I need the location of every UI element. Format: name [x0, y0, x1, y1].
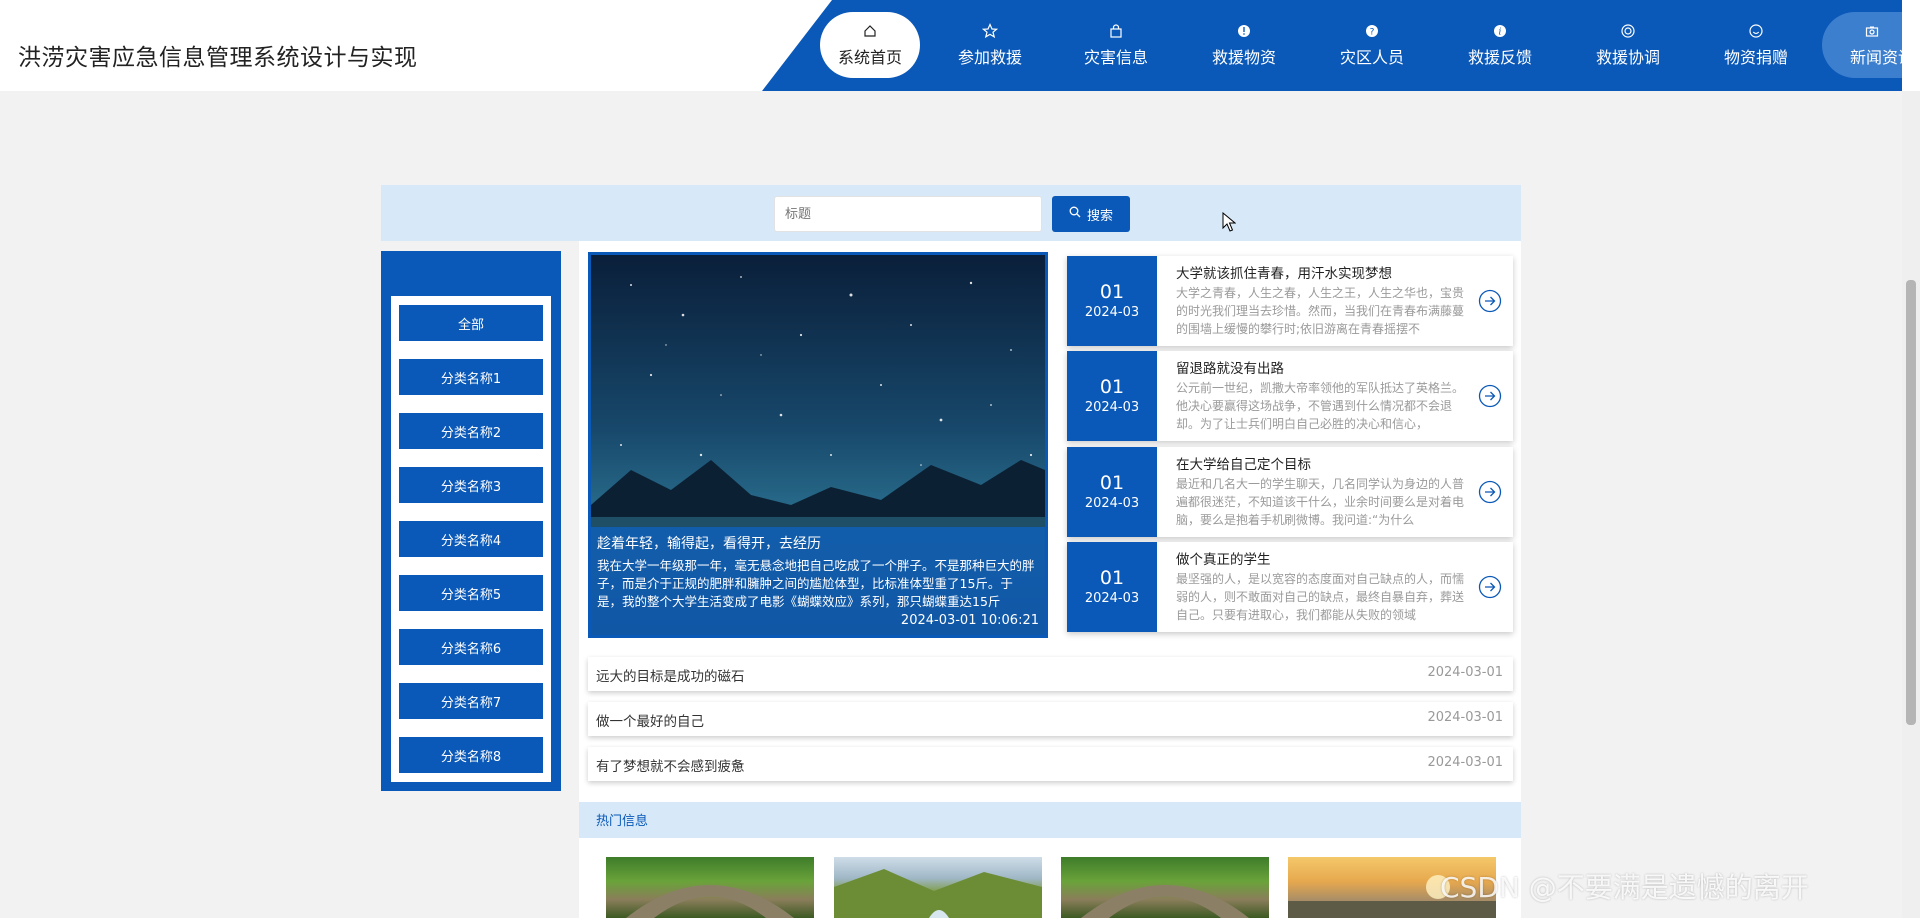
news-card[interactable]: 01 2024-03 留退路就没有出路 公元前一世纪，凯撒大帝率领他的军队抵达了…	[1067, 351, 1513, 441]
warning-icon	[1235, 22, 1253, 40]
news-year-month: 2024-03	[1084, 591, 1140, 606]
news-day: 01	[1099, 472, 1125, 494]
category-button[interactable]: 分类名称8	[399, 737, 543, 773]
news-summary: 大学之青春，人生之春，人生之王，人生之华也，宝贵的时光我们理当去珍惜。然而，当我…	[1176, 286, 1465, 336]
nav-label: 参加救援	[957, 48, 1022, 67]
news-card[interactable]: 01 2024-03 大学就该抓住青春，用汗水实现梦想 大学之青春，人生之春，人…	[1067, 256, 1513, 346]
list-item-date: 2024-03-01	[1427, 665, 1503, 680]
nav-label: 灾害信息	[1083, 48, 1148, 67]
news-title: 留退路就没有出路	[1176, 361, 1284, 377]
news-card[interactable]: 01 2024-03 做个真正的学生 最坚强的人，是以宽容的态度面对自己缺点的人…	[1067, 542, 1513, 632]
search-button-label: 搜索	[1086, 208, 1113, 224]
info-icon: i	[1491, 22, 1509, 40]
category-button[interactable]: 分类名称2	[399, 413, 543, 449]
site-title: 洪涝灾害应急信息管理系统设计与实现	[18, 45, 418, 71]
news-summary: 公元前一世纪，凯撒大帝率领他的军队抵达了英格兰。他决心要赢得这场战争，不管遇到什…	[1176, 381, 1465, 431]
nav-label: 灾区人员	[1339, 48, 1404, 67]
news-summary: 最坚强的人，是以宽容的态度面对自己缺点的人，而懦弱的人，则不敢面对自己的缺点，最…	[1176, 572, 1465, 622]
news-title: 在大学给自己定个目标	[1176, 457, 1311, 473]
nav-label: 物资捐赠	[1723, 48, 1788, 67]
nav-label: 系统首页	[837, 48, 902, 67]
hot-info-title: 热门信息	[596, 814, 649, 829]
nav-item-rescue-coordination[interactable]: 救援协调	[1578, 12, 1678, 78]
news-card[interactable]: 01 2024-03 在大学给自己定个目标 最近和几名大一的学生聊天，几名同学认…	[1067, 447, 1513, 537]
news-title: 做个真正的学生	[1176, 552, 1271, 568]
news-summary: 最近和几名大一的学生聊天，几名同学认为身边的人普遍都很迷茫，不知道该干什么，业余…	[1176, 477, 1465, 527]
list-item-date: 2024-03-01	[1427, 755, 1503, 770]
hot-item-image[interactable]	[1061, 857, 1269, 918]
nav-label: 救援物资	[1211, 48, 1276, 67]
list-item-title: 有了梦想就不会感到疲惫	[596, 759, 745, 775]
search-icon	[1069, 206, 1081, 222]
news-title: 大学就该抓住青春，用汗水实现梦想	[1176, 266, 1392, 282]
svg-text:i: i	[1499, 28, 1502, 38]
nav-item-donation[interactable]: 物资捐赠	[1706, 12, 1806, 78]
search-input[interactable]	[774, 196, 1042, 232]
list-item[interactable]: 有了梦想就不会感到疲惫 2024-03-01	[588, 747, 1513, 781]
list-item[interactable]: 做一个最好的自己 2024-03-01	[588, 702, 1513, 736]
smile-icon	[1747, 22, 1765, 40]
news-date: 01 2024-03	[1067, 542, 1157, 632]
mouse-cursor-icon	[1222, 211, 1237, 236]
nav-label: 新闻资讯	[1850, 48, 1902, 67]
category-button[interactable]: 分类名称1	[399, 359, 543, 395]
category-button[interactable]: 分类名称3	[399, 467, 543, 503]
featured-description: 我在大学一年级那一年，毫无悬念地把自己吃成了一个胖子。不是那种巨大的胖子，而是介…	[597, 558, 1035, 609]
nav-label: 救援反馈	[1467, 48, 1532, 67]
camera-icon	[1863, 22, 1881, 40]
home-icon	[861, 22, 879, 40]
arrow-right-circle-icon[interactable]	[1478, 575, 1502, 599]
hot-item-image[interactable]	[606, 857, 814, 918]
news-year-month: 2024-03	[1084, 305, 1140, 320]
featured-title: 趁着年轻，输得起，看得开，去经历	[597, 536, 821, 552]
news-day: 01	[1099, 376, 1125, 398]
news-year-month: 2024-03	[1084, 496, 1140, 511]
category-button[interactable]: 分类名称5	[399, 575, 543, 611]
nav-item-join-rescue[interactable]: 参加救援	[940, 12, 1040, 78]
svg-text:?: ?	[1370, 28, 1375, 38]
list-item-title: 做一个最好的自己	[596, 714, 704, 730]
nav-item-disaster-info[interactable]: 灾害信息	[1066, 12, 1166, 78]
nav-label: 救援协调	[1595, 48, 1660, 67]
category-all-button[interactable]: 全部	[399, 305, 543, 341]
featured-article[interactable]: 趁着年轻，输得起，看得开，去经历 我在大学一年级那一年，毫无悬念地把自己吃成了一…	[588, 252, 1048, 638]
nav-item-news[interactable]: 新闻资讯	[1822, 12, 1902, 78]
news-day: 01	[1099, 281, 1125, 303]
list-item-date: 2024-03-01	[1427, 710, 1503, 725]
list-item-title: 远大的目标是成功的磁石	[596, 669, 745, 685]
scrollbar-thumb[interactable]	[1906, 280, 1916, 725]
news-date: 01 2024-03	[1067, 351, 1157, 441]
star-icon	[981, 22, 999, 40]
search-button[interactable]: 搜索	[1052, 196, 1130, 232]
watermark-text: CSDN @不要满是遗憾的离开	[1440, 871, 1809, 904]
hot-info-bar	[579, 802, 1521, 838]
news-date: 01 2024-03	[1067, 447, 1157, 537]
category-button[interactable]: 分类名称6	[399, 629, 543, 665]
news-date: 01 2024-03	[1067, 256, 1157, 346]
question-icon: ?	[1363, 22, 1381, 40]
featured-time: 2024-03-01 10:06:21	[900, 613, 1039, 628]
arrow-right-circle-icon[interactable]	[1478, 384, 1502, 408]
bag-icon	[1107, 22, 1125, 40]
category-button[interactable]: 分类名称7	[399, 683, 543, 719]
list-item[interactable]: 远大的目标是成功的磁石 2024-03-01	[588, 657, 1513, 691]
news-day: 01	[1099, 567, 1125, 589]
arrow-right-circle-icon[interactable]	[1478, 289, 1502, 313]
nav-item-home[interactable]: 系统首页	[820, 12, 920, 78]
target-icon	[1619, 22, 1637, 40]
nav-item-rescue-feedback[interactable]: i 救援反馈	[1450, 12, 1550, 78]
arrow-right-circle-icon[interactable]	[1478, 480, 1502, 504]
hot-item-image[interactable]	[834, 857, 1042, 918]
category-button[interactable]: 分类名称4	[399, 521, 543, 557]
news-year-month: 2024-03	[1084, 400, 1140, 415]
nav-item-affected-people[interactable]: ? 灾区人员	[1322, 12, 1422, 78]
nav-item-rescue-supplies[interactable]: 救援物资	[1194, 12, 1294, 78]
